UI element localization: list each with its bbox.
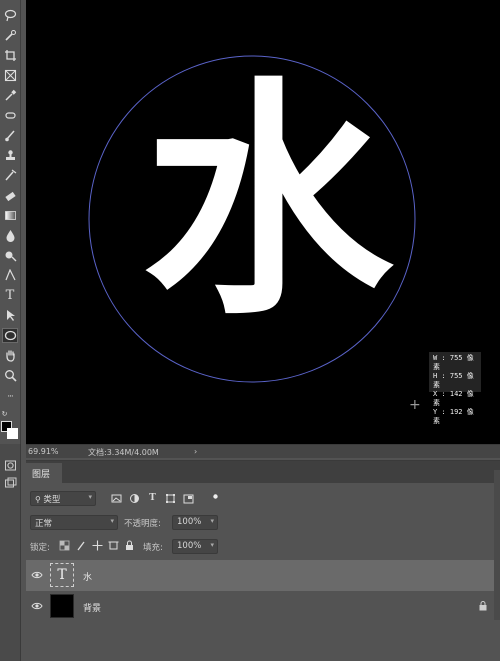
stamp-icon[interactable] [2, 148, 18, 163]
status-bar: 69.91% 文档:3.34M/4.00M › [26, 444, 500, 458]
blur-icon[interactable] [2, 228, 18, 243]
lock-pixels-icon[interactable] [76, 540, 87, 551]
chevron-down-icon: ▾ [210, 541, 214, 549]
layer-row-text[interactable]: T 水 [26, 560, 500, 591]
visibility-eye-icon[interactable] [31, 570, 43, 580]
status-menu-arrow-icon[interactable]: › [194, 447, 197, 456]
readout-height: H : 755 像素 [433, 372, 474, 389]
document-size: 文档:3.34M/4.00M [88, 448, 159, 457]
crosshair-cursor-icon: + [409, 397, 421, 413]
pen-icon[interactable] [2, 268, 18, 283]
chevron-down-icon: ▾ [110, 517, 114, 525]
eyedropper-icon[interactable] [2, 88, 18, 103]
panel-tab-bar: 图层 [26, 461, 500, 483]
readout-width: W : 755 像素 [433, 354, 474, 371]
dodge-icon[interactable] [2, 248, 18, 263]
blend-mode-value: 正常 [35, 519, 53, 529]
text-layer-glyph: 水 [143, 57, 393, 348]
zoom-icon[interactable] [2, 368, 18, 383]
transform-readout: W : 755 像素 H : 755 像素 X : 142 像素 Y : 192… [429, 352, 481, 425]
lock-position-icon[interactable] [92, 540, 103, 551]
filter-adjustment-icon[interactable] [129, 493, 140, 504]
layer-name[interactable]: 水 [83, 570, 92, 583]
zoom-level[interactable]: 69.91% [28, 447, 59, 456]
lock-transparent-icon[interactable] [59, 540, 70, 551]
layer-row-background[interactable]: 背景 [26, 591, 500, 622]
panel-scrollbar[interactable] [494, 470, 500, 620]
lasso-icon[interactable] [2, 8, 18, 23]
filter-kind-label: 类型 [43, 495, 61, 505]
opacity-value: 100% [177, 517, 202, 527]
frame-icon[interactable] [2, 68, 18, 83]
filter-smart-object-icon[interactable] [183, 493, 194, 504]
filter-type-icon[interactable]: T [147, 493, 158, 504]
quick-select-icon[interactable] [2, 28, 18, 43]
gradient-icon[interactable] [2, 208, 18, 223]
brush-icon[interactable] [2, 128, 18, 143]
more-tools-icon[interactable]: ··· [2, 390, 18, 405]
background-color-swatch[interactable] [7, 428, 18, 439]
document-canvas[interactable]: 水 W : 755 像素 H : 755 像素 X : 142 像素 Y : 1… [26, 0, 500, 444]
history-brush-icon[interactable] [2, 168, 18, 183]
fill-label: 填充: [143, 543, 163, 553]
filter-kind-dropdown[interactable]: ⚲ 类型 ▾ [30, 491, 96, 506]
layer-thumbnail-background [50, 594, 74, 618]
layer-thumbnail-text: T [50, 563, 74, 587]
readout-x: X : 142 像素 [433, 390, 474, 407]
quick-mask-icon[interactable] [2, 458, 18, 473]
type-layer-icon: T [57, 567, 67, 583]
filter-shape-icon[interactable] [165, 493, 176, 504]
lock-label: 锁定: [30, 543, 50, 553]
visibility-eye-icon[interactable] [31, 601, 43, 611]
filter-toggle-icon[interactable] [210, 491, 221, 502]
fill-value: 100% [177, 541, 202, 551]
opacity-label: 不透明度: [124, 519, 161, 529]
hand-icon[interactable] [2, 348, 18, 363]
opacity-field[interactable]: 100% ▾ [172, 515, 218, 530]
chevron-down-icon: ▾ [210, 517, 214, 525]
blend-mode-dropdown[interactable]: 正常 ▾ [30, 515, 118, 530]
crop-icon[interactable] [2, 48, 18, 63]
readout-y: Y : 192 像素 [433, 408, 474, 425]
type-icon[interactable]: T [2, 288, 18, 303]
healing-brush-icon[interactable] [2, 108, 18, 123]
side-strip [0, 444, 21, 661]
filter-pixel-icon[interactable] [111, 493, 122, 504]
layer-name[interactable]: 背景 [83, 601, 101, 614]
ellipse-icon[interactable] [2, 328, 18, 343]
fill-field[interactable]: 100% ▾ [172, 539, 218, 554]
screen-mode-icon[interactable] [2, 476, 18, 491]
lock-icon[interactable] [479, 601, 487, 611]
lock-artboard-icon[interactable] [108, 540, 119, 551]
path-select-icon[interactable] [2, 308, 18, 323]
tab-layers[interactable]: 图层 [26, 463, 62, 483]
lock-all-icon[interactable] [124, 540, 135, 551]
eraser-icon[interactable] [2, 188, 18, 203]
chevron-down-icon: ▾ [88, 493, 92, 501]
swap-colors-icon[interactable]: ↻ [0, 410, 9, 418]
layers-panel: 图层 ⚲ 类型 ▾ T 正常 ▾ 不透明度: 100% ▾ 锁定: 填充: 10… [26, 460, 500, 661]
